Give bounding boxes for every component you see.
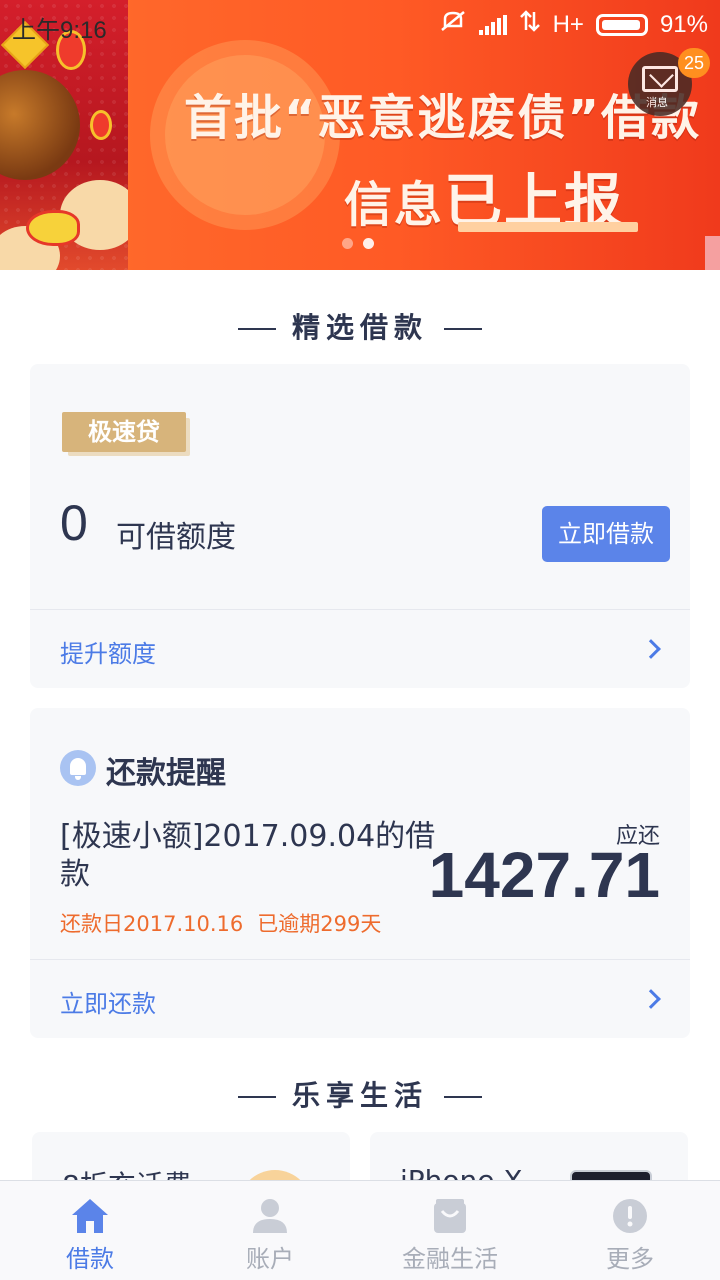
home-icon xyxy=(70,1197,110,1235)
message-badge: 25 xyxy=(678,48,710,78)
overdue-status: 已逾期299天 xyxy=(257,912,382,936)
borrow-now-button[interactable]: 立即借款 xyxy=(542,506,670,562)
repay-now-row[interactable]: 立即还款 xyxy=(30,960,690,1038)
featured-loans-heading: 精选借款 xyxy=(0,306,720,346)
banner-pagination xyxy=(342,238,374,249)
due-date: 还款日2017.10.16 xyxy=(60,912,244,936)
envelope-icon xyxy=(642,66,678,92)
bag-icon xyxy=(430,1197,470,1235)
repay-now-link[interactable]: 立即还款 xyxy=(60,984,156,1019)
nav-label-finance-life: 金融生活 xyxy=(402,1245,498,1273)
chevron-right-icon xyxy=(641,989,661,1009)
status-time: 上午9:16 xyxy=(12,17,107,44)
battery-icon xyxy=(595,13,648,36)
bottom-nav: 借款 账户 金融生活 更多 xyxy=(0,1180,720,1280)
nav-item-more[interactable]: 更多 xyxy=(540,1181,720,1280)
loan-description: [极速小额]2017.09.04的借款 xyxy=(60,819,436,892)
bell-icon xyxy=(60,750,96,786)
due-info: 还款日2017.10.16 已逾期299天 xyxy=(60,908,381,938)
nav-label-account: 账户 xyxy=(246,1245,294,1273)
message-label: 消息 xyxy=(646,96,668,109)
raise-limit-link[interactable]: 提升额度 xyxy=(60,634,156,669)
status-bar: 上午9:16 H+ 91% xyxy=(0,0,720,48)
battery-percent: 91% xyxy=(659,10,708,38)
nav-label-borrow: 借款 xyxy=(66,1245,114,1273)
data-arrows-icon xyxy=(519,10,541,39)
pagination-dot-active[interactable] xyxy=(363,238,374,249)
credit-label: 可借额度 xyxy=(116,520,236,555)
info-icon xyxy=(610,1197,650,1235)
nav-item-borrow[interactable]: 借款 xyxy=(0,1181,180,1280)
mute-icon xyxy=(439,10,467,39)
signal-icon xyxy=(478,14,507,35)
repayment-reminder-title: 还款提醒 xyxy=(106,756,226,791)
credit-amount: 0 xyxy=(60,495,88,551)
amount-due: 1427.71 xyxy=(428,839,660,911)
loan-card: 极速贷 0 可借额度 立即借款 提升额度 xyxy=(30,364,690,688)
raise-limit-row[interactable]: 提升额度 xyxy=(30,610,690,688)
banner-headline: 首批“恶意逃废债”借款 xyxy=(184,90,702,146)
nav-label-more: 更多 xyxy=(606,1245,654,1273)
enjoy-life-heading: 乐享生活 xyxy=(0,1074,720,1114)
network-type: H+ xyxy=(552,10,584,38)
repayment-card: 还款提醒 [极速小额]2017.09.04的借款 应还 1427.71 还款日2… xyxy=(30,708,690,1038)
pagination-dot[interactable] xyxy=(342,238,353,249)
speed-loan-tag: 极速贷 xyxy=(62,412,190,456)
nav-item-account[interactable]: 账户 xyxy=(180,1181,360,1280)
chevron-right-icon xyxy=(641,639,661,659)
nav-item-finance-life[interactable]: 金融生活 xyxy=(360,1181,540,1280)
user-icon xyxy=(250,1197,290,1235)
